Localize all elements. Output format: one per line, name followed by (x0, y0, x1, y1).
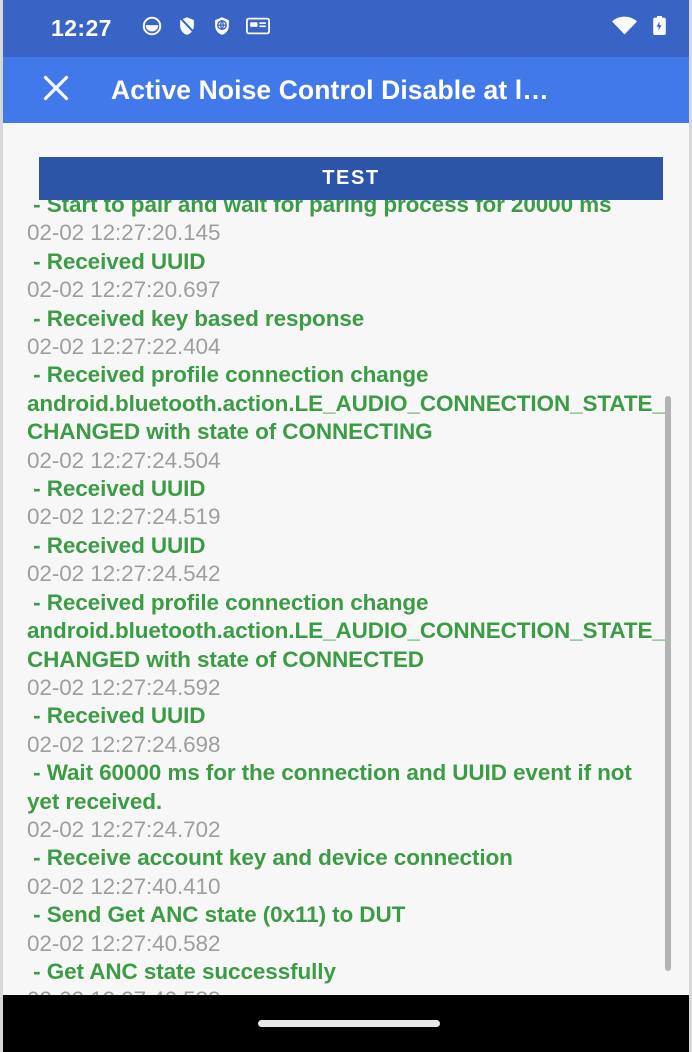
log-scrollbar-thumb[interactable] (665, 396, 671, 971)
app-bar: Active Noise Control Disable at l… (3, 57, 689, 123)
notification-card-icon (245, 16, 270, 41)
log-entry-timestamp: 02-02 12:27:22.404 (27, 334, 221, 360)
log-entry-timestamp: 02-02 12:27:24.519 (27, 504, 221, 530)
log-entry-message: - Get ANC state successfully (27, 958, 336, 984)
close-button[interactable] (33, 67, 79, 113)
log-entry-timestamp: 02-02 12:27:20.145 (27, 220, 221, 246)
log-entry-timestamp: 02-02 12:27:20.697 (27, 277, 221, 303)
log-entry-message: - Received profile connection change and… (27, 362, 665, 445)
navigation-bar (3, 995, 689, 1052)
log-entry-list: - Start to pair and wait for paring proc… (27, 195, 665, 995)
phone-screen: 12:27 Active Noise Control Disable at l…… (0, 0, 692, 1052)
log-entry-message: - Received key based response (27, 305, 365, 331)
log-entry: 02-02 12:27:24.542 - Received profile co… (27, 560, 665, 674)
battery-icon (652, 15, 667, 42)
log-entry-message: - Send Get ANC state (0x11) to DUT (27, 902, 406, 928)
log-entry-message: - Wait 60000 ms for the connection and U… (27, 760, 638, 814)
status-bar: 12:27 (3, 0, 689, 57)
wifi-icon (611, 16, 638, 41)
log-entry-timestamp: 02-02 12:27:24.592 (27, 674, 221, 700)
main-content: TEST - Start to pair and wait for paring… (3, 123, 689, 995)
page-title: Active Noise Control Disable at l… (111, 74, 549, 105)
log-output-view[interactable]: - Start to pair and wait for paring proc… (3, 195, 689, 995)
log-entry: 02-02 12:27:24.702 - Receive account key… (27, 816, 665, 873)
log-entry: 02-02 12:27:24.519 - Received UUID (27, 503, 665, 560)
log-entry: 02-02 12:27:20.145 - Received UUID (27, 219, 665, 276)
notification-shield-slash-icon (176, 15, 198, 42)
log-entry-timestamp: 02-02 12:27:24.542 (27, 561, 221, 587)
notification-circle-icon (141, 15, 163, 42)
status-bar-clock: 12:27 (51, 15, 112, 41)
log-entry-timestamp: 02-02 12:27:24.504 (27, 447, 221, 473)
log-entry-timestamp: 02-02 12:27:40.588 (27, 986, 665, 995)
log-entry: 02-02 12:27:24.592 - Received UUID (27, 674, 665, 731)
log-entry-message: - Receive account key and device connect… (27, 845, 513, 871)
log-entry: 02-02 12:27:40.582 - Get ANC state succe… (27, 930, 665, 987)
close-icon (39, 71, 73, 110)
log-entry-message: - Received UUID (27, 532, 206, 558)
home-gesture-pill[interactable] (258, 1020, 440, 1027)
log-entry: 02-02 12:27:22.404 - Received profile co… (27, 333, 665, 447)
log-entry-timestamp: 02-02 12:27:40.582 (27, 930, 221, 956)
log-entry-message: - Received UUID (27, 703, 206, 729)
test-button[interactable]: TEST (39, 157, 663, 200)
log-entry: 02-02 12:27:24.504 - Received UUID (27, 447, 665, 504)
log-entry-timestamp: 02-02 12:27:40.410 (27, 873, 221, 899)
log-entry-timestamp: 02-02 12:27:24.702 (27, 816, 221, 842)
log-entry-timestamp: 02-02 12:27:24.698 (27, 731, 221, 757)
status-bar-right-group (611, 15, 667, 42)
log-entry: 02-02 12:27:40.410 - Send Get ANC state … (27, 873, 665, 930)
log-entry-message: - Received UUID (27, 476, 206, 502)
log-entry: 02-02 12:27:40.588 - [GetANCState] Octet… (27, 986, 665, 995)
log-entry: 02-02 12:27:24.698 - Wait 60000 ms for t… (27, 731, 665, 816)
log-entry-message: - Received profile connection change and… (27, 589, 665, 672)
log-entry-message: - Received UUID (27, 248, 206, 274)
notification-shield-globe-icon (211, 15, 233, 42)
log-entry: 02-02 12:27:20.697 - Received key based … (27, 276, 665, 333)
status-bar-left-group: 12:27 (51, 15, 611, 42)
